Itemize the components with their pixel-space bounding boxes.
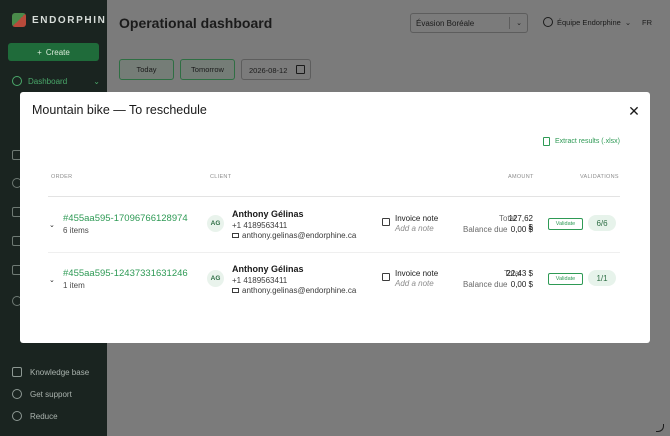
brand-logo[interactable]: ENDORPHINE [12,13,115,27]
calendar-icon [296,65,305,74]
column-header-amount: AMOUNT [508,174,534,180]
knowledge-base-label: Knowledge base [30,367,90,377]
get-support-label: Get support [30,389,72,399]
edit-note-icon [382,218,390,226]
export-results-link[interactable]: Extract results (.xlsx) [543,137,620,146]
total-value: 22,43 $ [506,269,533,278]
balance-label: Balance due [463,225,508,234]
page-title: Operational dashboard [119,15,273,31]
divider [509,17,510,29]
export-label: Extract results (.xlsx) [555,138,620,145]
column-header-order: ORDER [51,174,73,180]
chevron-down-icon[interactable]: ⌄ [49,276,55,284]
modal-title: Mountain bike — To reschedule [32,103,207,117]
user-icon [543,17,553,27]
order-link[interactable]: #455aa595-12437331631246 [63,268,188,279]
sidebar-item-dashboard[interactable]: Dashboard ⌄ [12,76,100,86]
invoice-note-label: Invoice note [395,269,439,278]
status-badge: 6/6 [588,215,616,231]
balance-value: 0,00 $ [510,280,533,289]
order-items: 6 items [63,226,89,235]
plus-icon: + [37,47,42,57]
logo-icon [12,13,26,27]
edit-note-icon [382,273,390,281]
column-header-validations: VALIDATIONS [580,174,619,180]
status-badge: 1/1 [588,270,616,286]
avatar: AG [207,270,224,287]
today-button[interactable]: Today [119,59,174,80]
dashboard-icon [12,76,22,86]
reduce-label: Reduce [30,411,58,421]
invoice-note-label: Invoice note [395,214,439,223]
create-button[interactable]: + Create [8,43,99,61]
chevron-down-icon: ⌄ [624,17,632,27]
add-note-link[interactable]: Add a note [395,279,434,288]
mail-icon [232,233,239,238]
client-phone: +1 4189563411 [232,276,288,285]
order-items: 1 item [63,281,85,290]
spreadsheet-icon [543,137,550,146]
client-name: Anthony Gélinas [232,209,304,219]
eye-icon [12,411,22,421]
mail-icon [232,288,239,293]
help-icon [12,389,22,399]
validate-button[interactable]: Validate [548,273,583,285]
sidebar-item-label: Dashboard [28,76,68,86]
chevron-down-icon[interactable]: ⌄ [49,221,55,229]
column-header-client: CLIENT [210,174,232,180]
client-phone: +1 4189563411 [232,221,288,230]
language-toggle[interactable]: FR [642,18,652,27]
add-note-link[interactable]: Add a note [395,224,434,233]
validate-button[interactable]: Validate [548,218,583,230]
client-email-text: anthony.gelinas@endorphine.ca [242,231,357,240]
client-email-text: anthony.gelinas@endorphine.ca [242,286,357,295]
table-row: ⌄ #455aa595-12437331631246 1 item AG Ant… [20,259,650,315]
reduce-sidebar-button[interactable]: Reduce [12,411,58,421]
avatar: AG [207,215,224,232]
knowledge-base-link[interactable]: Knowledge base [12,367,89,377]
book-icon [12,367,22,377]
close-icon[interactable]: ✕ [628,104,640,118]
balance-label: Balance due [463,280,508,289]
organization-select[interactable]: Évasion Boréale ⌄ [410,13,528,33]
chevron-down-icon: ⌄ [516,20,522,27]
chevron-down-icon: ⌄ [93,76,100,86]
client-email: anthony.gelinas@endorphine.ca [232,231,356,240]
account-menu[interactable]: Équipe Endorphine ⌄ [543,17,631,27]
account-name: Équipe Endorphine [557,17,621,27]
divider [48,196,620,197]
client-email: anthony.gelinas@endorphine.ca [232,286,356,295]
organization-value: Évasion Boréale [416,18,475,28]
order-link[interactable]: #455aa595-17096766128974 [63,213,188,224]
reschedule-modal: Mountain bike — To reschedule ✕ Extract … [20,92,650,343]
create-label: Create [45,47,70,57]
get-support-link[interactable]: Get support [12,389,72,399]
client-name: Anthony Gélinas [232,264,304,274]
date-value: 2026-08-12 [249,66,288,75]
date-input[interactable]: 2026-08-12 [241,59,311,80]
balance-value: 0,00 $ [510,225,533,234]
brand-name: ENDORPHINE [32,14,115,26]
tomorrow-button[interactable]: Tomorrow [180,59,235,80]
divider [48,252,620,253]
